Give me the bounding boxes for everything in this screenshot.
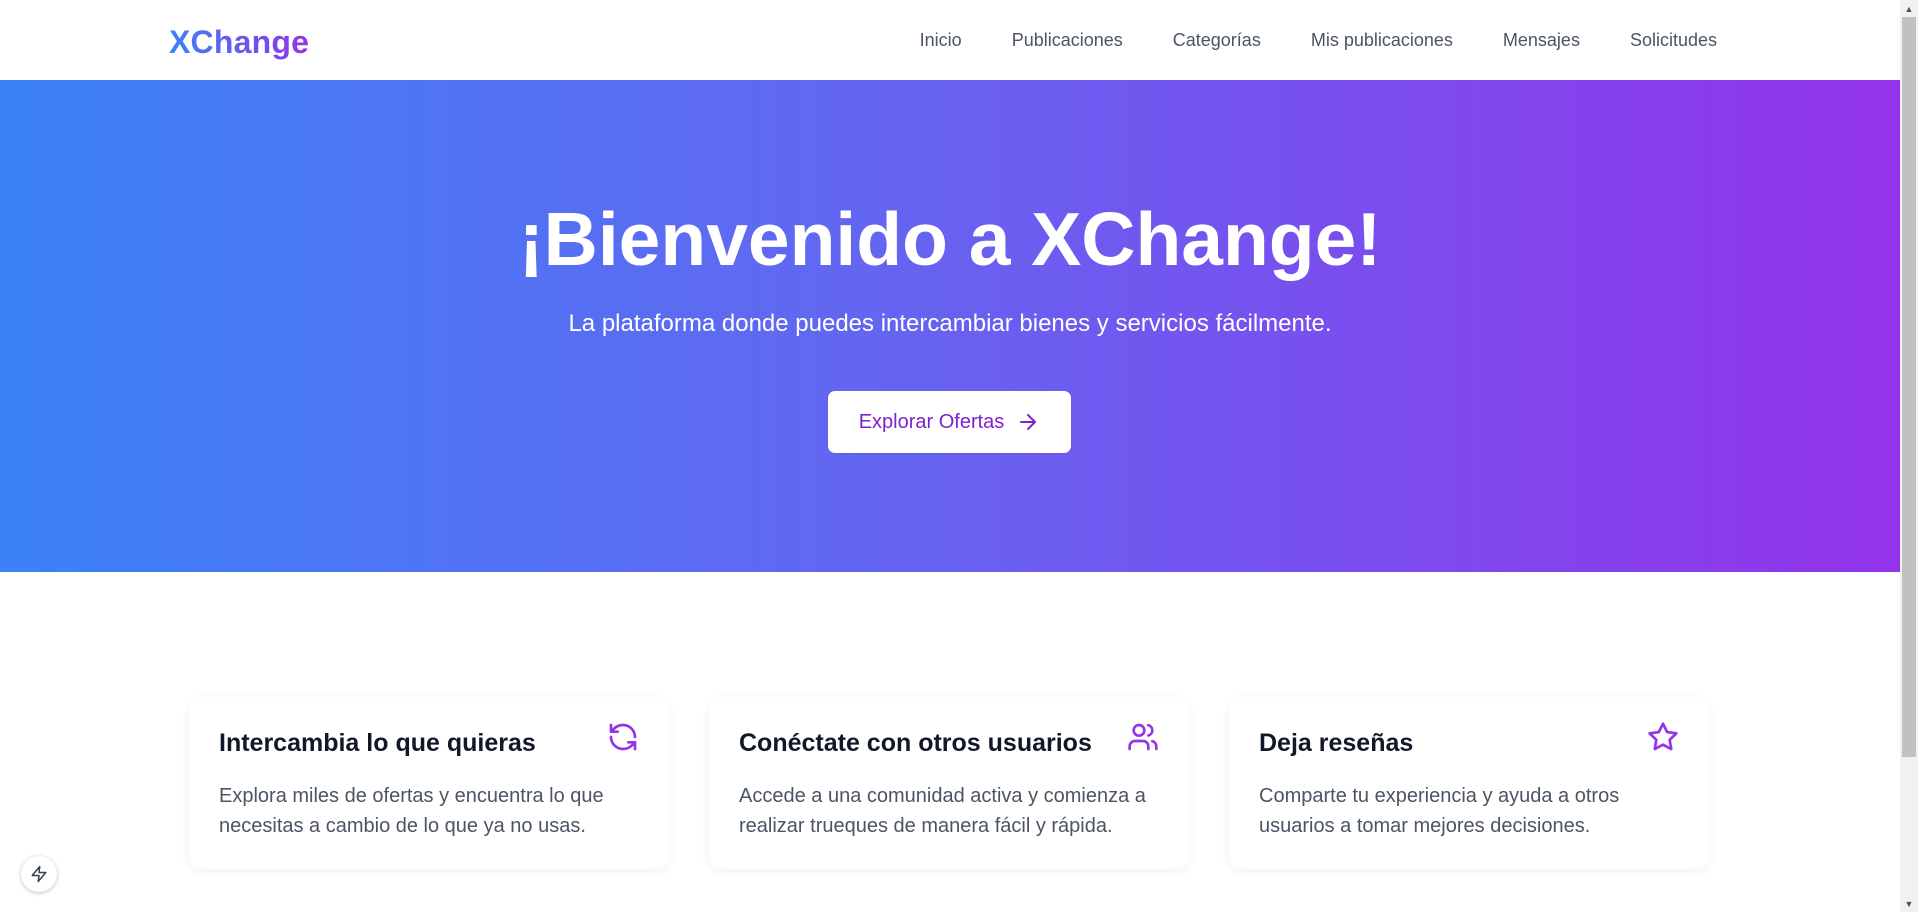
- nav-item-publicaciones[interactable]: Publicaciones: [1012, 28, 1123, 52]
- vertical-scrollbar[interactable]: ▲ ▼: [1900, 0, 1918, 912]
- logo[interactable]: XChange: [169, 22, 309, 62]
- top-navbar: XChange Inicio Publicaciones Categorías …: [0, 0, 1900, 80]
- star-icon: [1648, 722, 1678, 751]
- arrow-right-icon: [1020, 414, 1037, 430]
- scroll-up-arrow-icon[interactable]: ▲: [1900, 0, 1918, 17]
- feature-title: Deja reseñas: [1259, 729, 1414, 757]
- page: XChange Inicio Publicaciones Categorías …: [0, 0, 1900, 912]
- feature-description: Comparte tu experiencia y ayuda a otros …: [1259, 785, 1620, 837]
- nav-item-solicitudes[interactable]: Solicitudes: [1630, 28, 1717, 52]
- nav-item-mensajes[interactable]: Mensajes: [1503, 28, 1580, 52]
- explore-offers-button[interactable]: Explorar Ofertas: [828, 391, 1071, 453]
- feature-description: Explora miles de ofertas y encuentra lo …: [219, 785, 604, 837]
- feature-title: Conéctate con otros usuarios: [739, 729, 1092, 757]
- feature-card-exchange: Intercambia lo que quieras Explora miles…: [189, 697, 669, 869]
- main-nav: Inicio Publicaciones Categorías Mis publ…: [920, 28, 1717, 52]
- explore-offers-label: Explorar Ofertas: [858, 410, 1005, 433]
- feature-description: Accede a una comunidad activa y comienza…: [739, 785, 1146, 837]
- hero-subtitle: La plataforma donde puedes intercambiar …: [568, 310, 1332, 337]
- feature-card-connect: Conéctate con otros usuarios Accede a un…: [709, 697, 1189, 869]
- features-section: Intercambia lo que quieras Explora miles…: [189, 697, 1709, 869]
- nav-item-inicio[interactable]: Inicio: [920, 28, 962, 52]
- dev-tools-bolt-button[interactable]: [21, 856, 57, 892]
- hero-banner: ¡Bienvenido a XChange! La plataforma don…: [0, 80, 1900, 572]
- hero-title: ¡Bienvenido a XChange!: [518, 197, 1382, 281]
- scrollbar-thumb[interactable]: [1902, 17, 1916, 757]
- scroll-down-arrow-icon[interactable]: ▼: [1900, 895, 1918, 912]
- refresh-icon: [609, 723, 637, 751]
- users-icon: [1128, 723, 1158, 751]
- feature-card-reviews: Deja reseñas Comparte tu experiencia y a…: [1229, 697, 1709, 869]
- nav-item-categorias[interactable]: Categorías: [1173, 28, 1261, 52]
- nav-item-mis-publicaciones[interactable]: Mis publicaciones: [1311, 28, 1453, 52]
- feature-title: Intercambia lo que quieras: [219, 729, 536, 757]
- bolt-icon: [31, 865, 47, 883]
